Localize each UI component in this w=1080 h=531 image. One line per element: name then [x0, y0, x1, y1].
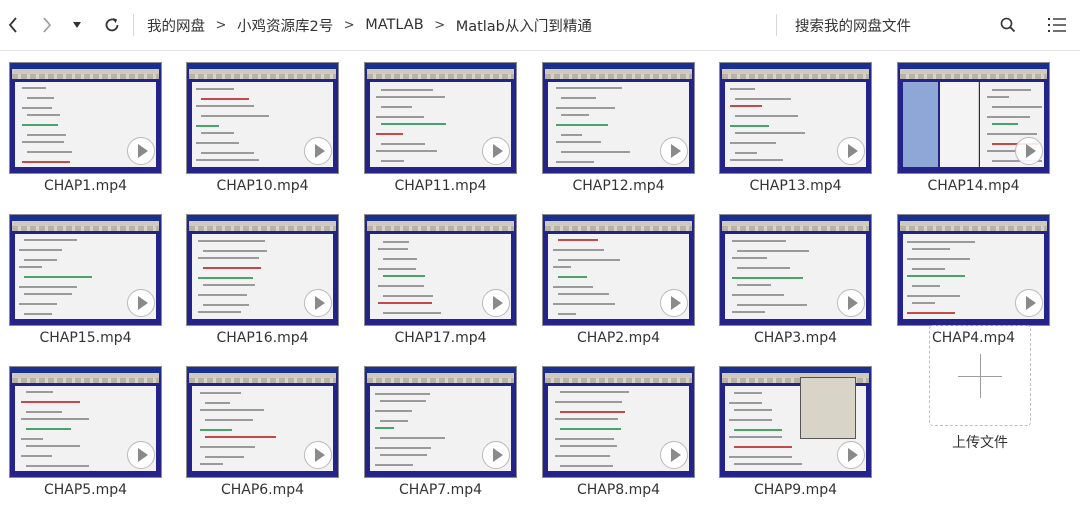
search-input[interactable]: 搜索我的网盘文件 — [795, 0, 911, 50]
file-tile[interactable]: CHAP15.mp4 — [9, 202, 165, 348]
breadcrumb-item-my-drive[interactable]: 我的网盘 — [147, 15, 205, 36]
list-view-icon[interactable] — [1045, 0, 1069, 50]
file-tile[interactable]: CHAP5.mp4 — [9, 354, 165, 500]
play-icon[interactable] — [837, 137, 865, 165]
file-tile[interactable]: CHAP12.mp4 — [542, 50, 698, 196]
file-tile[interactable]: CHAP7.mp4 — [364, 354, 520, 500]
play-icon[interactable] — [837, 441, 865, 469]
video-thumbnail — [364, 214, 517, 326]
file-name: CHAP5.mp4 — [43, 482, 128, 498]
file-name: CHAP16.mp4 — [216, 330, 309, 346]
play-icon[interactable] — [660, 137, 688, 165]
file-tile[interactable]: CHAP2.mp4 — [542, 202, 698, 348]
play-icon[interactable] — [127, 137, 155, 165]
video-thumbnail — [9, 62, 162, 174]
toolbar-divider — [133, 14, 134, 36]
file-name: CHAP8.mp4 — [576, 482, 661, 498]
file-tile[interactable]: CHAP3.mp4 — [719, 202, 875, 348]
video-thumbnail — [719, 366, 872, 478]
toolbar: 我的网盘 > 小鸡资源库2号 > MATLAB > Matlab从入门到精通 搜… — [0, 0, 1080, 51]
file-tile[interactable]: CHAP11.mp4 — [364, 50, 520, 196]
video-thumbnail — [719, 214, 872, 326]
upload-button[interactable] — [929, 325, 1031, 426]
file-name: CHAP6.mp4 — [220, 482, 305, 498]
video-thumbnail — [719, 62, 872, 174]
play-icon[interactable] — [1015, 137, 1043, 165]
file-tile[interactable]: CHAP1.mp4 — [9, 50, 165, 196]
file-name: CHAP3.mp4 — [753, 330, 838, 346]
refresh-icon[interactable] — [100, 0, 124, 50]
play-icon[interactable] — [304, 137, 332, 165]
play-icon[interactable] — [482, 137, 510, 165]
video-thumbnail — [897, 62, 1050, 174]
file-name: CHAP13.mp4 — [749, 178, 842, 194]
breadcrumb-item-library[interactable]: 小鸡资源库2号 — [237, 15, 333, 36]
video-thumbnail — [9, 366, 162, 478]
play-icon[interactable] — [837, 289, 865, 317]
file-name: CHAP12.mp4 — [572, 178, 665, 194]
play-icon[interactable] — [304, 289, 332, 317]
video-thumbnail — [364, 62, 517, 174]
file-name: CHAP10.mp4 — [216, 178, 309, 194]
breadcrumb-separator: > — [434, 17, 446, 33]
file-name: CHAP2.mp4 — [576, 330, 661, 346]
file-grid: CHAP1.mp4 CHAP10.mp4 CHAP11.mp4 CHAP12.mp4 C… — [0, 50, 1080, 531]
breadcrumb-item-current-folder[interactable]: Matlab从入门到精通 — [456, 15, 592, 36]
file-name: CHAP14.mp4 — [927, 178, 1020, 194]
breadcrumb-separator: > — [215, 17, 227, 33]
video-thumbnail — [542, 214, 695, 326]
file-name: CHAP17.mp4 — [394, 330, 487, 346]
file-tile[interactable]: CHAP17.mp4 — [364, 202, 520, 348]
file-tile[interactable]: CHAP9.mp4 — [719, 354, 875, 500]
file-name: CHAP9.mp4 — [753, 482, 838, 498]
file-name: CHAP15.mp4 — [39, 330, 132, 346]
file-tile[interactable]: CHAP10.mp4 — [186, 50, 342, 196]
play-icon[interactable] — [304, 441, 332, 469]
play-icon[interactable] — [127, 289, 155, 317]
video-thumbnail — [9, 214, 162, 326]
search-icon[interactable] — [996, 0, 1020, 50]
file-name: CHAP11.mp4 — [394, 178, 487, 194]
breadcrumb-item-matlab[interactable]: MATLAB — [365, 17, 423, 33]
play-icon[interactable] — [1015, 289, 1043, 317]
file-tile[interactable]: CHAP16.mp4 — [186, 202, 342, 348]
file-tile[interactable]: CHAP6.mp4 — [186, 354, 342, 500]
play-icon[interactable] — [660, 441, 688, 469]
toolbar-divider — [776, 14, 777, 36]
file-tile[interactable]: CHAP13.mp4 — [719, 50, 875, 196]
play-icon[interactable] — [127, 441, 155, 469]
play-icon[interactable] — [482, 441, 510, 469]
chevron-right-icon[interactable] — [36, 0, 58, 50]
video-thumbnail — [186, 366, 339, 478]
play-icon[interactable] — [660, 289, 688, 317]
video-thumbnail — [186, 214, 339, 326]
video-thumbnail — [542, 366, 695, 478]
breadcrumb-separator: > — [343, 17, 355, 33]
file-name: CHAP1.mp4 — [43, 178, 128, 194]
video-thumbnail — [186, 62, 339, 174]
file-tile[interactable]: CHAP8.mp4 — [542, 354, 698, 500]
video-thumbnail — [542, 62, 695, 174]
breadcrumb: 我的网盘 > 小鸡资源库2号 > MATLAB > Matlab从入门到精通 — [147, 0, 592, 50]
video-thumbnail — [364, 366, 517, 478]
upload-label: 上传文件 — [952, 435, 1008, 451]
video-thumbnail — [897, 214, 1050, 326]
file-name: CHAP7.mp4 — [398, 482, 483, 498]
file-tile[interactable]: CHAP14.mp4 — [897, 50, 1053, 196]
caret-down-icon[interactable] — [66, 0, 88, 50]
chevron-left-icon[interactable] — [2, 0, 24, 50]
play-icon[interactable] — [482, 289, 510, 317]
